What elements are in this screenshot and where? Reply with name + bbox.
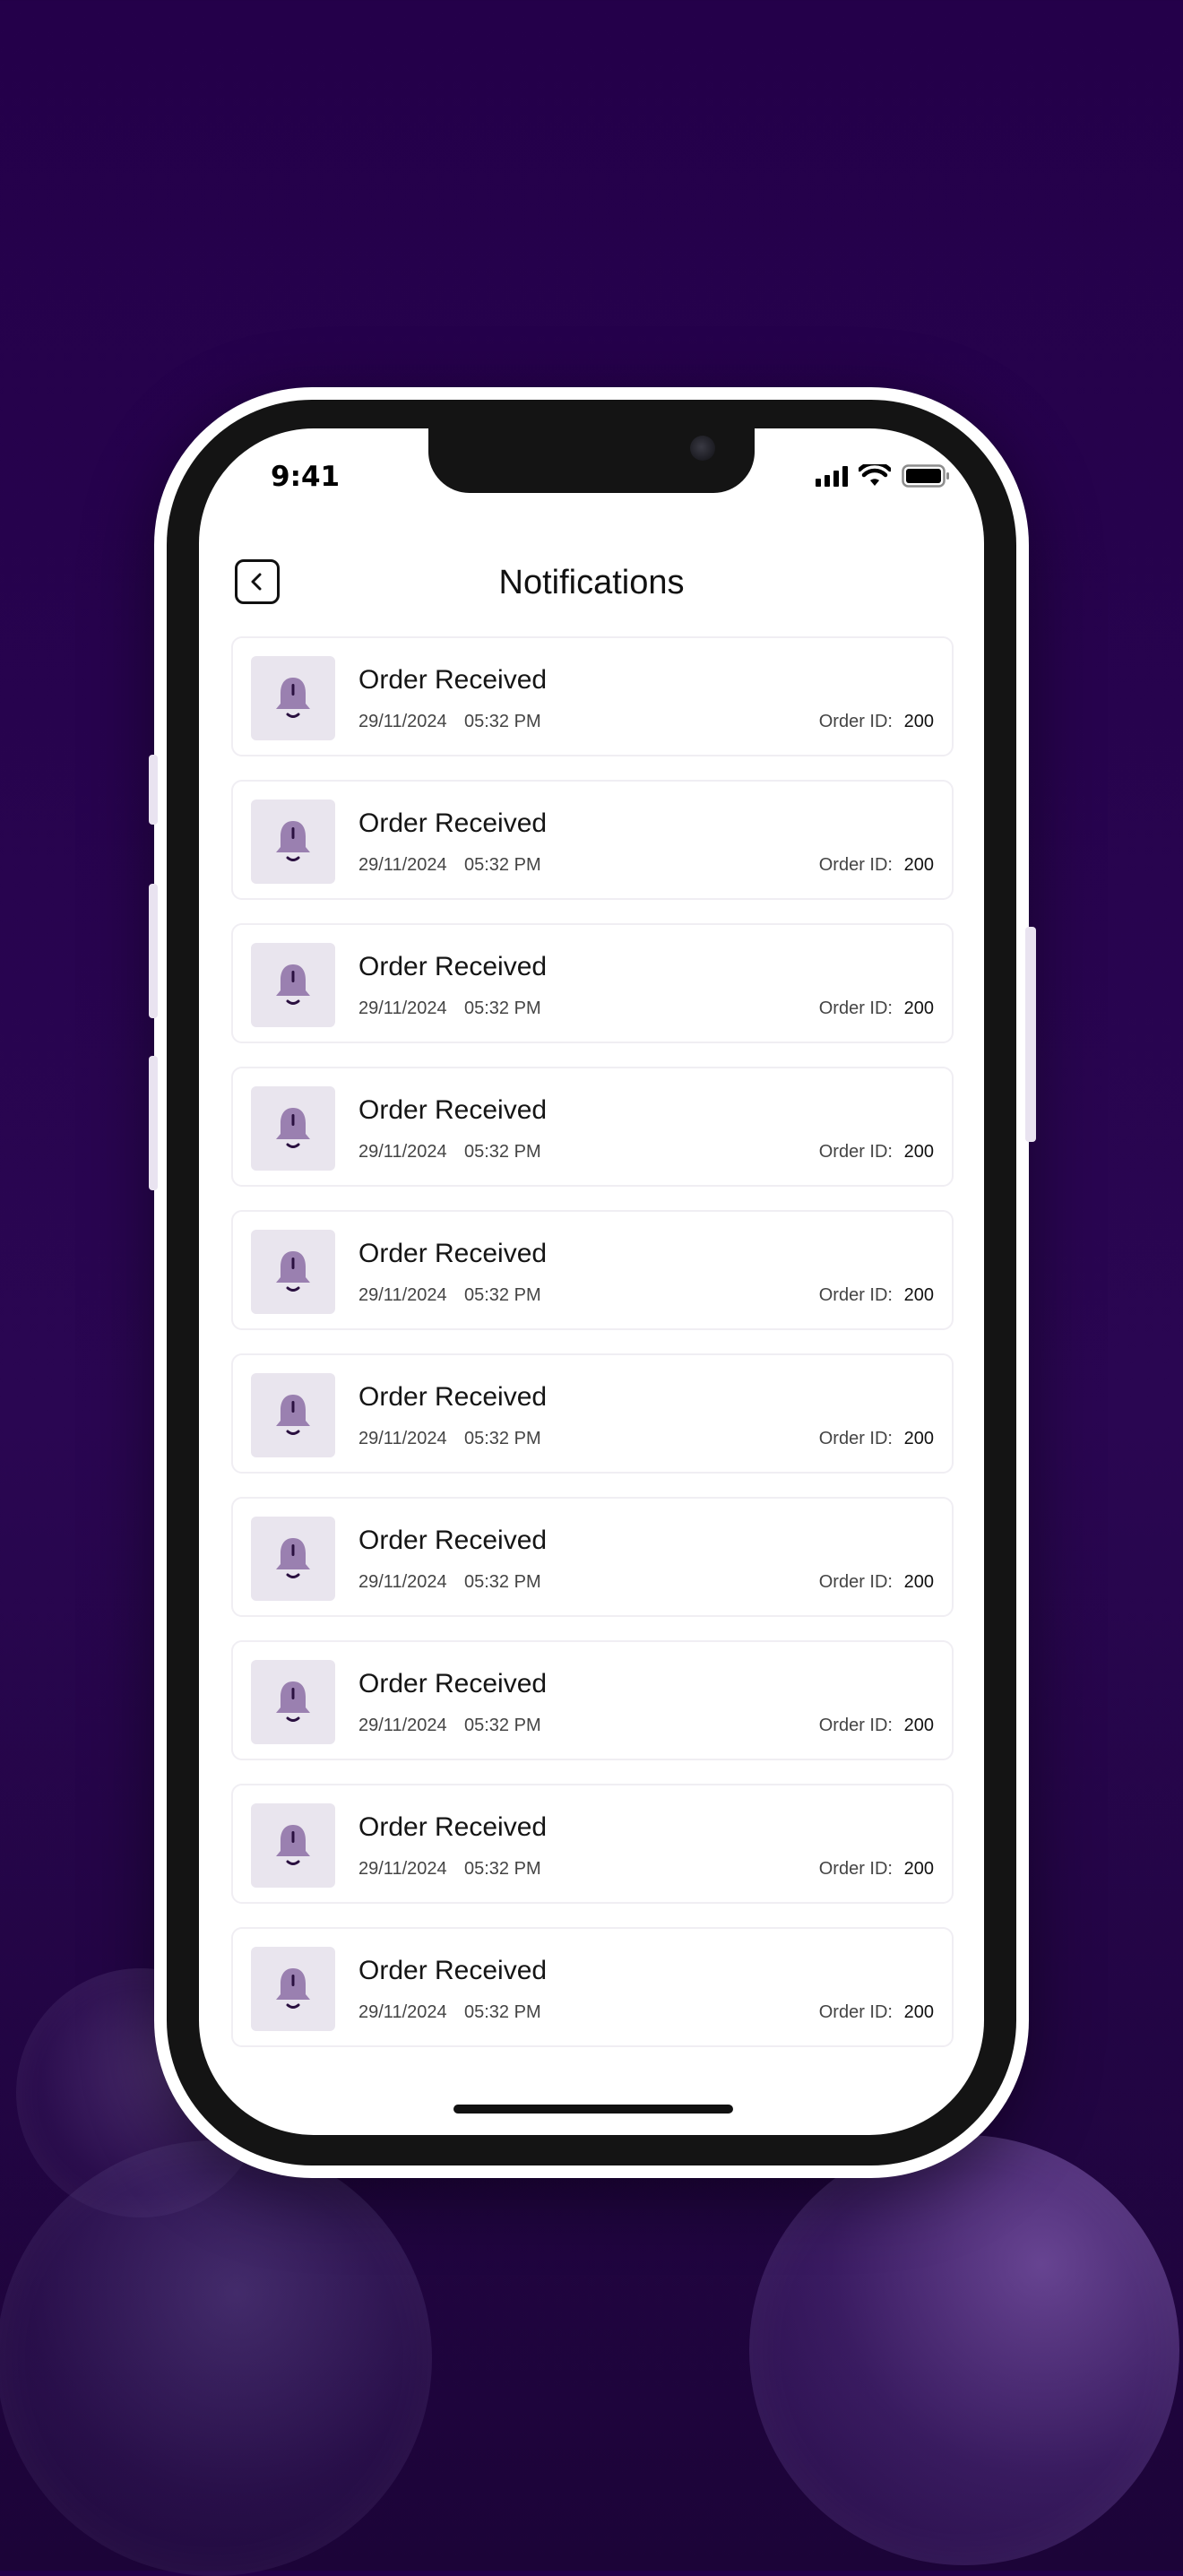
- order-id-label: Order ID:: [818, 998, 893, 1018]
- notification-time: 05:32 PM: [464, 855, 541, 875]
- order-id-value: 200: [903, 855, 934, 875]
- wifi-icon: [859, 464, 891, 486]
- phone-side-button: [1025, 927, 1036, 1142]
- notification-time: 05:32 PM: [464, 1285, 541, 1305]
- bell-icon: [276, 1681, 310, 1722]
- notification-time: 05:32 PM: [464, 712, 541, 731]
- notification-title: Order Received: [358, 1956, 548, 1985]
- order-id-value: 200: [903, 1285, 934, 1305]
- order-id-label: Order ID:: [818, 1716, 893, 1735]
- bell-icon: [276, 1251, 310, 1292]
- notification-title: Order Received: [358, 1095, 548, 1125]
- bell-icon: [276, 1395, 310, 1435]
- notification-title: Order Received: [358, 665, 548, 695]
- phone-side-button: [149, 1056, 158, 1190]
- notification-thumbnail: [251, 800, 335, 884]
- bell-icon: [276, 1968, 310, 2009]
- order-id-label: Order ID:: [818, 712, 893, 731]
- order-id-value: 200: [903, 1142, 934, 1162]
- notification-time: 05:32 PM: [464, 998, 541, 1018]
- camera-icon: [690, 436, 715, 461]
- order-id-label: Order ID:: [818, 1572, 893, 1592]
- notification-thumbnail: [251, 656, 335, 740]
- notification-item[interactable]: Order Received 29/11/2024 05:32 PM Order…: [231, 1353, 954, 1474]
- bell-icon: [276, 821, 310, 861]
- home-indicator[interactable]: [453, 2105, 733, 2114]
- bell-icon: [276, 1825, 310, 1865]
- notification-item[interactable]: Order Received 29/11/2024 05:32 PM Order…: [231, 1210, 954, 1330]
- notification-date: 29/11/2024: [358, 1429, 447, 1448]
- notification-title: Order Received: [358, 1382, 548, 1412]
- notification-date: 29/11/2024: [358, 855, 447, 875]
- notification-time: 05:32 PM: [464, 1142, 541, 1162]
- order-id-value: 200: [903, 1429, 934, 1448]
- order-id-value: 200: [903, 1716, 934, 1735]
- status-time: 9:41: [271, 461, 341, 493]
- order-id-value: 200: [903, 1572, 934, 1592]
- notification-item[interactable]: Order Received 29/11/2024 05:32 PM Order…: [231, 1927, 954, 2047]
- notification-thumbnail: [251, 1373, 335, 1457]
- order-id-value: 200: [903, 712, 934, 731]
- notification-title: Order Received: [358, 1526, 548, 1555]
- notification-thumbnail: [251, 1947, 335, 2031]
- notification-title: Order Received: [358, 808, 548, 838]
- decorative-bubble: [0, 2140, 432, 2576]
- notification-time: 05:32 PM: [464, 2002, 541, 2022]
- bell-icon: [276, 678, 310, 718]
- notification-date: 29/11/2024: [358, 2002, 447, 2022]
- order-id-value: 200: [903, 998, 934, 1018]
- header: Notifications: [199, 559, 984, 613]
- notification-title: Order Received: [358, 1239, 548, 1268]
- bell-icon: [276, 964, 310, 1005]
- notification-thumbnail: [251, 1230, 335, 1314]
- notification-item[interactable]: Order Received 29/11/2024 05:32 PM Order…: [231, 1640, 954, 1760]
- decorative-bubble: [749, 2135, 1179, 2565]
- order-id-label: Order ID:: [818, 1142, 893, 1162]
- phone-side-button: [149, 755, 158, 825]
- notification-time: 05:32 PM: [464, 1429, 541, 1448]
- notification-title: Order Received: [358, 1812, 548, 1842]
- notification-thumbnail: [251, 1660, 335, 1744]
- notification-date: 29/11/2024: [358, 1859, 447, 1879]
- bell-icon: [276, 1108, 310, 1148]
- order-id-label: Order ID:: [818, 1429, 893, 1448]
- notification-date: 29/11/2024: [358, 1572, 447, 1592]
- phone-side-button: [149, 884, 158, 1018]
- notification-thumbnail: [251, 1803, 335, 1888]
- battery-icon: [902, 464, 949, 488]
- cellular-signal-icon: [816, 465, 848, 487]
- bell-icon: [276, 1538, 310, 1578]
- notification-date: 29/11/2024: [358, 1142, 447, 1162]
- notification-date: 29/11/2024: [358, 1285, 447, 1305]
- notification-time: 05:32 PM: [464, 1572, 541, 1592]
- notification-time: 05:32 PM: [464, 1859, 541, 1879]
- notification-title: Order Received: [358, 1669, 548, 1699]
- phone-screen: 9:41 Notifications Order Received 29/11/…: [199, 428, 984, 2135]
- order-id-value: 200: [903, 2002, 934, 2022]
- notification-item[interactable]: Order Received 29/11/2024 05:32 PM Order…: [231, 1497, 954, 1617]
- notification-date: 29/11/2024: [358, 712, 447, 731]
- status-icons: [816, 464, 950, 488]
- order-id-value: 200: [903, 1859, 934, 1879]
- notification-title: Order Received: [358, 952, 548, 981]
- order-id-label: Order ID:: [818, 1859, 893, 1879]
- notification-time: 05:32 PM: [464, 1716, 541, 1735]
- page-title: Notifications: [498, 564, 685, 601]
- notification-date: 29/11/2024: [358, 1716, 447, 1735]
- notification-thumbnail: [251, 943, 335, 1027]
- order-id-label: Order ID:: [818, 1285, 893, 1305]
- notification-item[interactable]: Order Received 29/11/2024 05:32 PM Order…: [231, 780, 954, 900]
- notification-item[interactable]: Order Received 29/11/2024 05:32 PM Order…: [231, 636, 954, 756]
- notification-thumbnail: [251, 1517, 335, 1601]
- order-id-label: Order ID:: [818, 2002, 893, 2022]
- notification-item[interactable]: Order Received 29/11/2024 05:32 PM Order…: [231, 1067, 954, 1187]
- notification-date: 29/11/2024: [358, 998, 447, 1018]
- order-id-label: Order ID:: [818, 855, 893, 875]
- notification-item[interactable]: Order Received 29/11/2024 05:32 PM Order…: [231, 923, 954, 1043]
- notification-thumbnail: [251, 1086, 335, 1171]
- phone-notch: [428, 428, 755, 493]
- notification-item[interactable]: Order Received 29/11/2024 05:32 PM Order…: [231, 1784, 954, 1904]
